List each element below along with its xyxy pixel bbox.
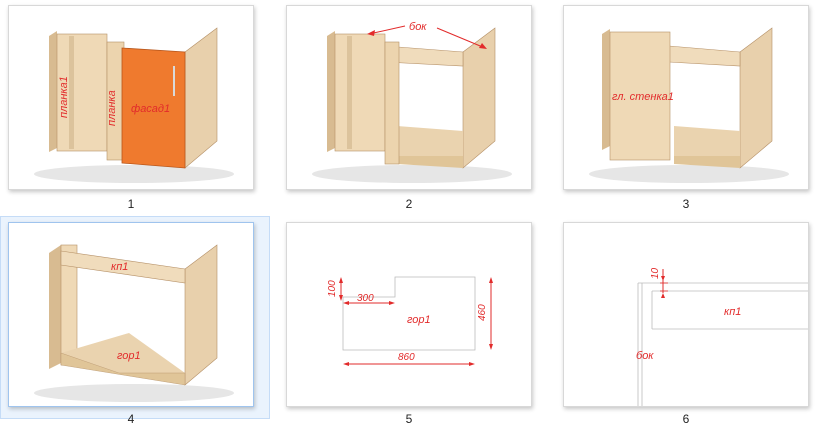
thumbnail-caption: 4 [127,412,135,426]
dim-notch-width: 300 [357,293,374,304]
thumbnail-5-image[interactable]: 100 300 460 860 гор1 [286,222,532,407]
thumbnail-caption: 6 [682,412,690,426]
thumbnail-1[interactable]: планка1 планка фасад1 1 [8,5,254,215]
label-planka1: планка1 [58,76,70,118]
dim-height-small: 100 [327,280,338,297]
label-facade: фасад1 [131,103,170,115]
thumbnail-3[interactable]: гл. стенка1 3 [563,5,809,215]
thumbnail-4-image[interactable]: кп1 гор1 [8,222,254,407]
label-top-rail: кп1 [724,306,741,318]
label-planka: планка [106,90,118,126]
label-side: бок [636,350,654,362]
dim-depth: 460 [477,304,488,321]
thumbnail-2[interactable]: бок 2 [286,5,532,215]
dim-offset: 10 [650,267,661,279]
thumbnail-2-image[interactable]: бок [286,5,532,190]
thumbnail-caption: 5 [405,412,413,426]
thumbnail-caption: 1 [127,197,135,211]
label-top-rail: кп1 [111,261,128,273]
dim-width: 860 [398,352,415,363]
thumbnail-6[interactable]: 10 кп1 бок 6 [563,222,809,426]
thumbnail-caption: 2 [405,197,413,211]
thumbnail-1-image[interactable]: планка1 планка фасад1 [8,5,254,190]
thumbnail-3-image[interactable]: гл. стенка1 [563,5,809,190]
label-side: бок [409,21,427,33]
label-bottom: гор1 [407,314,431,326]
label-back-wall: гл. стенка1 [612,91,674,103]
label-bottom: гор1 [117,350,141,362]
thumbnail-6-image[interactable]: 10 кп1 бок [563,222,809,407]
thumbnail-caption: 3 [682,197,690,211]
thumbnail-4[interactable]: кп1 гор1 4 [8,222,254,426]
thumbnail-5[interactable]: 100 300 460 860 гор1 5 [286,222,532,426]
